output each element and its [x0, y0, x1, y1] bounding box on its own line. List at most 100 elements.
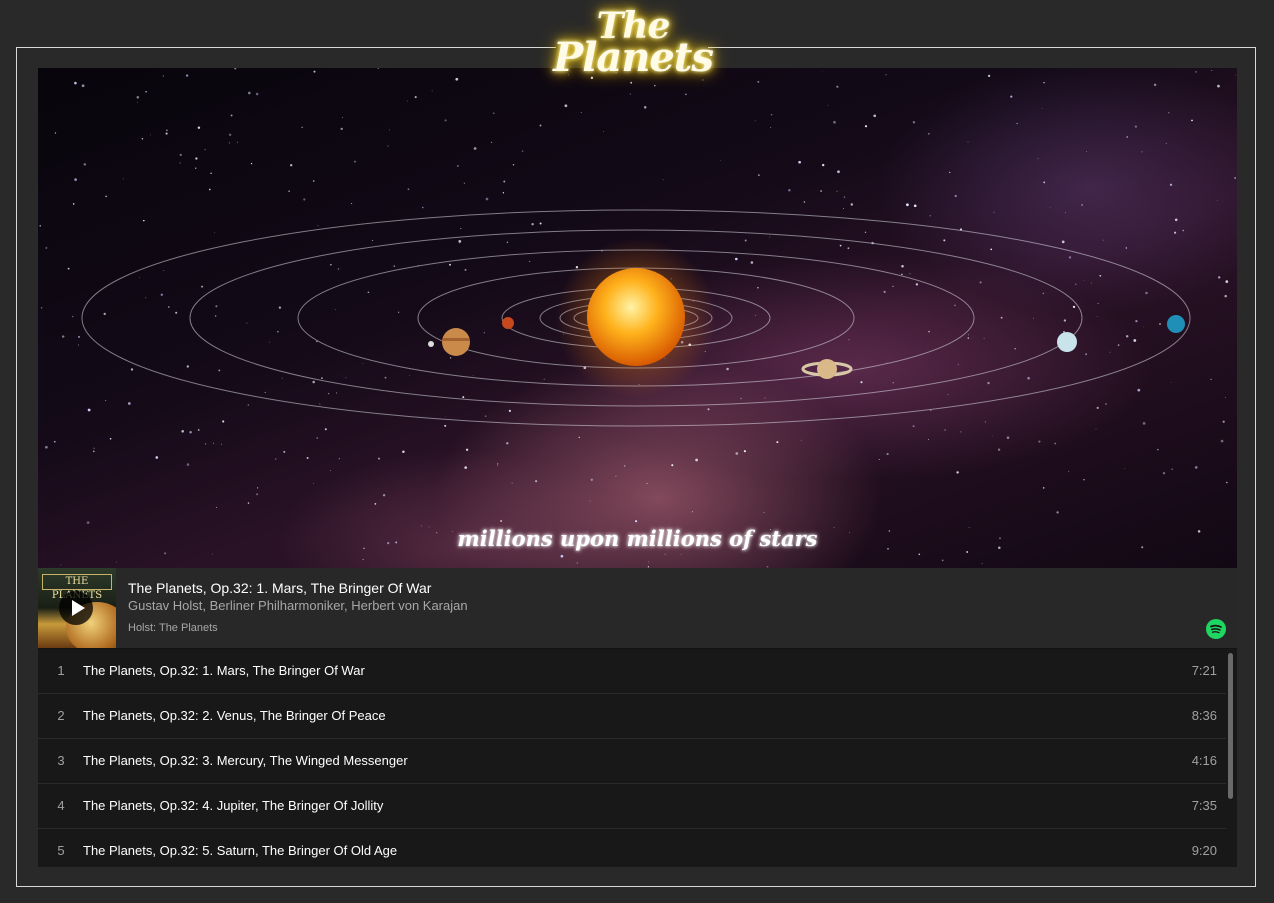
track-row[interactable]: 4 The Planets, Op.32: 4. Jupiter, The Br… [38, 784, 1226, 829]
track-number: 2 [57, 708, 65, 723]
track-row[interactable]: 3 The Planets, Op.32: 3. Mercury, The Wi… [38, 739, 1226, 784]
track-row[interactable]: 1 The Planets, Op.32: 1. Mars, The Bring… [38, 649, 1226, 694]
star [1042, 292, 1045, 295]
star [803, 201, 806, 203]
star [77, 344, 79, 346]
star [39, 225, 41, 227]
star [275, 458, 277, 460]
star [1006, 436, 1010, 440]
star [1124, 468, 1126, 469]
star [646, 482, 648, 484]
star [1063, 319, 1067, 322]
star [1041, 108, 1043, 109]
star [367, 291, 370, 294]
star [1234, 74, 1236, 76]
star [508, 409, 512, 413]
star [850, 203, 853, 206]
spotify-logo-icon[interactable] [1206, 619, 1226, 639]
star [288, 190, 290, 192]
star [769, 236, 771, 238]
now-playing-album[interactable]: Holst: The Planets [128, 622, 218, 634]
track-number: 1 [57, 663, 65, 678]
track-row[interactable]: 5 The Planets, Op.32: 5. Saturn, The Bri… [38, 829, 1226, 867]
star [750, 261, 754, 264]
star [1083, 280, 1085, 281]
star [179, 162, 181, 164]
star [1072, 305, 1076, 309]
track-title: The Planets, Op.32: 2. Venus, The Bringe… [83, 708, 386, 723]
star [1081, 204, 1083, 206]
star [615, 475, 617, 477]
star [155, 456, 159, 459]
star [247, 91, 251, 95]
star [892, 382, 894, 384]
play-button[interactable] [59, 591, 93, 625]
star [105, 195, 107, 198]
track-title: The Planets, Op.32: 1. Mars, The Bringer… [83, 663, 365, 678]
star [1195, 71, 1197, 73]
star [1170, 382, 1172, 383]
star [906, 203, 909, 207]
star [662, 179, 664, 181]
star [913, 204, 917, 208]
star [1234, 177, 1236, 179]
track-title: The Planets, Op.32: 4. Jupiter, The Brin… [83, 798, 384, 813]
star [449, 357, 452, 359]
track-title: The Planets, Op.32: 3. Mercury, The Wing… [83, 753, 408, 768]
star [472, 375, 474, 376]
star [256, 487, 259, 489]
star [892, 285, 894, 287]
star [1099, 274, 1102, 277]
star [316, 437, 318, 439]
star [409, 375, 410, 377]
solar-system-hero-image: millions upon millions of stars [38, 68, 1237, 568]
track-row[interactable]: 2 The Planets, Op.32: 2. Venus, The Brin… [38, 694, 1226, 739]
star [444, 424, 447, 427]
star [954, 304, 956, 307]
star [543, 378, 545, 380]
star [130, 368, 134, 371]
star [1061, 240, 1065, 244]
track-number: 5 [57, 843, 65, 858]
star [67, 267, 70, 270]
star [45, 246, 48, 249]
star [122, 178, 124, 180]
star [215, 315, 217, 317]
star [92, 450, 95, 453]
star [384, 376, 387, 379]
star [256, 493, 259, 496]
star [776, 441, 779, 444]
spotify-waves-icon [1210, 624, 1222, 634]
star [1194, 466, 1198, 469]
star [506, 241, 509, 243]
star [740, 397, 742, 400]
star [981, 563, 983, 565]
logo-line-2: Planets [553, 34, 714, 81]
star [918, 553, 921, 556]
planet-uranus [1057, 332, 1077, 352]
now-playing-title[interactable]: The Planets, Op.32: 1. Mars, The Bringer… [128, 580, 431, 596]
star [1085, 353, 1088, 356]
star [165, 132, 168, 135]
star [163, 269, 165, 272]
star [1210, 378, 1212, 380]
star [116, 561, 118, 563]
star [928, 133, 930, 135]
tracklist-scrollbar[interactable] [1228, 653, 1233, 799]
album-cover[interactable]: THE PLANETS [38, 568, 116, 648]
star [833, 120, 836, 124]
star [664, 553, 666, 555]
star [329, 470, 331, 472]
star [837, 170, 840, 174]
star [1117, 344, 1120, 346]
star [1191, 119, 1193, 122]
planet-neptune [1167, 315, 1185, 333]
star [757, 287, 759, 289]
star [990, 248, 993, 251]
star [150, 134, 152, 136]
star [204, 149, 206, 151]
star [250, 162, 253, 165]
star [984, 421, 987, 423]
star [944, 429, 946, 431]
now-playing-artists[interactable]: Gustav Holst, Berliner Philharmoniker, H… [128, 598, 468, 613]
